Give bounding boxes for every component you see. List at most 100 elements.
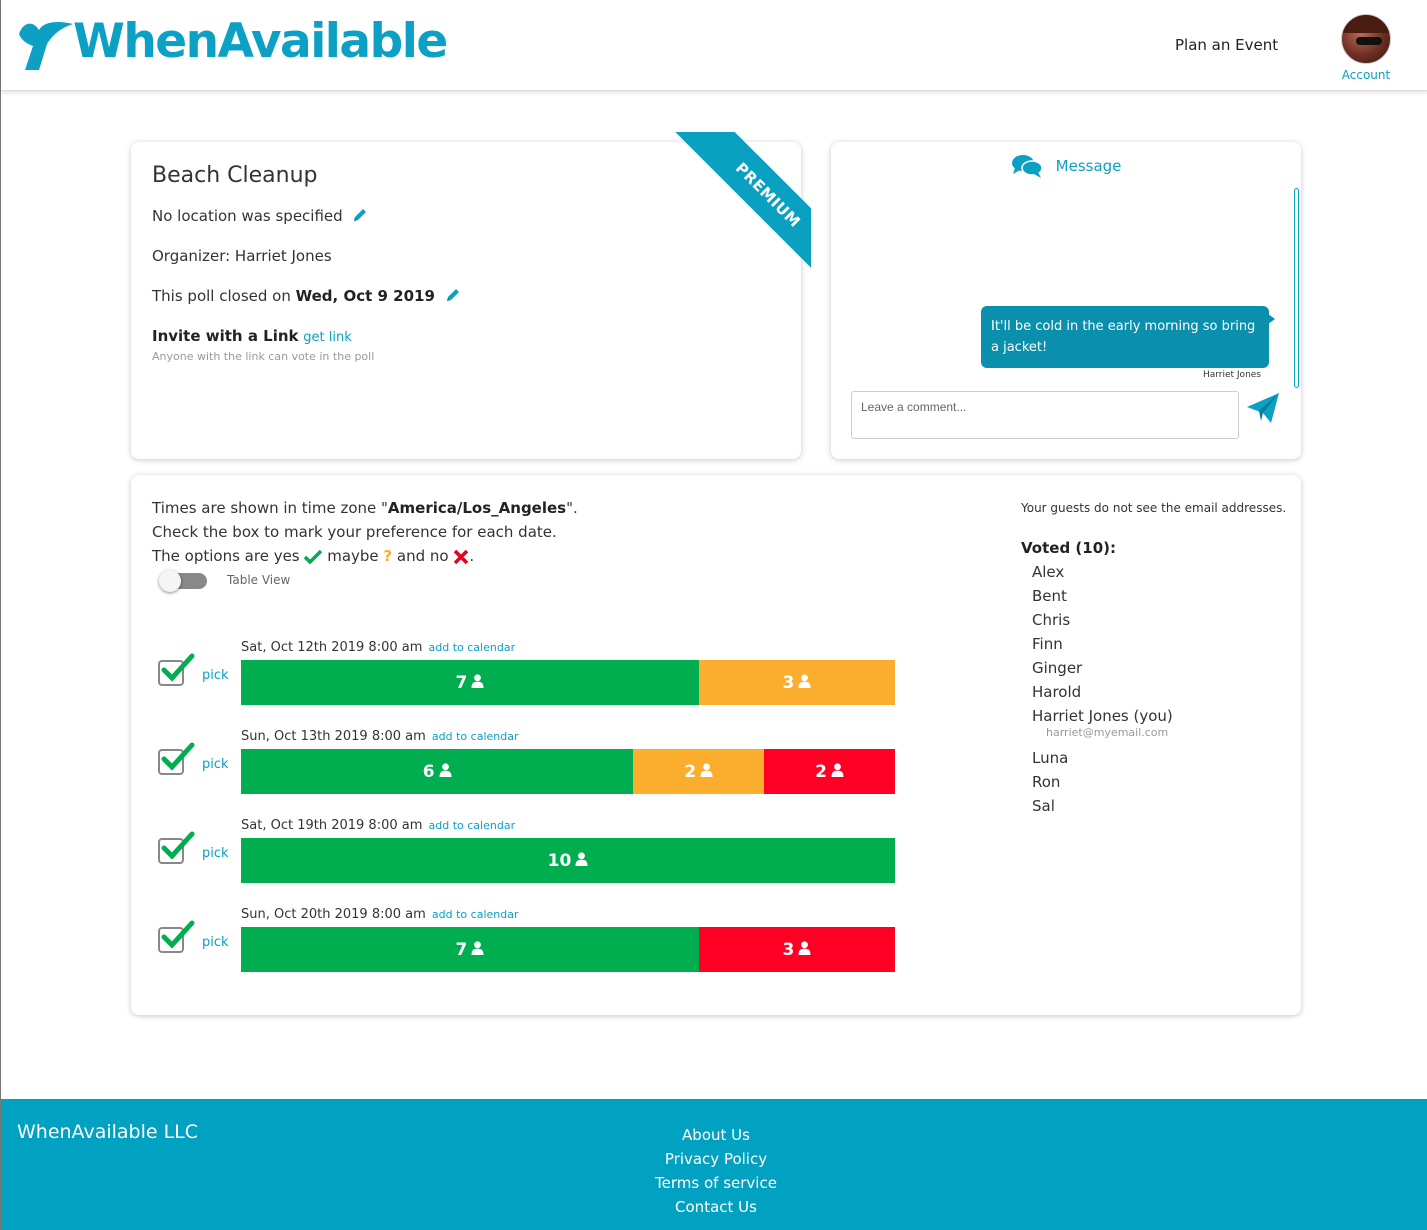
message-scrollbar[interactable] bbox=[1294, 188, 1299, 388]
date-text: Sun, Oct 13th 2019 8:00 am bbox=[241, 729, 430, 744]
guest-name: Alex bbox=[1032, 563, 1065, 581]
checkmark-icon bbox=[161, 742, 195, 771]
date-text: Sat, Oct 19th 2019 8:00 am bbox=[241, 818, 427, 833]
message-header: Message bbox=[831, 153, 1301, 179]
options-end: . bbox=[469, 547, 475, 565]
vote-segment-yes[interactable]: 7 bbox=[241, 927, 699, 972]
vote-count: 7 bbox=[455, 939, 468, 960]
invite-line: Invite with a Link get link bbox=[152, 327, 352, 345]
tz-name: America/Los_Angeles bbox=[387, 499, 567, 517]
add-to-calendar-link[interactable]: add to calendar bbox=[432, 730, 519, 743]
bird-logo-icon bbox=[19, 22, 73, 70]
vote-count: 2 bbox=[684, 761, 697, 782]
edit-date-pencil-icon[interactable] bbox=[446, 288, 460, 306]
invite-label: Invite with a Link bbox=[152, 327, 299, 345]
footer-links: About Us Privacy Policy Terms of service… bbox=[616, 1123, 816, 1219]
vote-segment-maybe[interactable]: 2 bbox=[633, 749, 765, 794]
footer-link-terms[interactable]: Terms of service bbox=[616, 1171, 816, 1195]
edit-location-pencil-icon[interactable] bbox=[353, 208, 367, 226]
vote-count: 6 bbox=[422, 761, 435, 782]
vote-segment-yes[interactable]: 6 bbox=[241, 749, 634, 794]
pick-link[interactable]: pick bbox=[202, 757, 229, 772]
message-author: Harriet Jones bbox=[1202, 370, 1261, 380]
date-row: pick Sat, Oct 12th 2019 8:00 am add to ca… bbox=[131, 640, 911, 706]
date-label: Sat, Oct 12th 2019 8:00 am add to calend… bbox=[241, 640, 515, 655]
footer-link-about[interactable]: About Us bbox=[616, 1123, 816, 1147]
plan-event-link[interactable]: Plan an Event bbox=[1175, 36, 1278, 54]
account-label[interactable]: Account bbox=[1339, 68, 1393, 82]
add-to-calendar-link[interactable]: add to calendar bbox=[429, 641, 516, 654]
person-icon bbox=[471, 940, 484, 960]
date-text: Sun, Oct 20th 2019 8:00 am bbox=[241, 907, 430, 922]
location-line: No location was specified bbox=[152, 207, 367, 226]
date-checkbox[interactable] bbox=[158, 920, 195, 953]
event-title: Beach Cleanup bbox=[152, 163, 318, 188]
instructions-line: Check the box to mark your preference fo… bbox=[152, 523, 557, 541]
brand-logo[interactable]: WhenAvailable bbox=[17, 12, 448, 72]
guest-name: Sal bbox=[1032, 797, 1055, 815]
options-maybe: maybe bbox=[327, 547, 379, 565]
vote-segment-yes[interactable]: 10 bbox=[241, 838, 895, 883]
person-icon bbox=[439, 762, 452, 782]
pick-link[interactable]: pick bbox=[202, 935, 229, 950]
brand-name: WhenAvailable bbox=[73, 14, 448, 69]
send-paper-plane-icon[interactable] bbox=[1245, 391, 1281, 429]
guest-name: Ron bbox=[1032, 773, 1061, 791]
date-label: Sun, Oct 20th 2019 8:00 am add to calend… bbox=[241, 907, 519, 922]
date-checkbox[interactable] bbox=[158, 653, 195, 686]
vote-count: 10 bbox=[547, 850, 572, 871]
date-row: pick Sat, Oct 19th 2019 8:00 am add to ca… bbox=[131, 818, 911, 884]
vote-segment-yes[interactable]: 7 bbox=[241, 660, 699, 705]
options-prefix: The options are yes bbox=[152, 547, 300, 565]
organizer-line: Organizer: Harriet Jones bbox=[152, 247, 332, 265]
premium-ribbon: PREMIUM bbox=[661, 132, 811, 282]
footer-company: WhenAvailable LLC bbox=[17, 1121, 199, 1143]
pick-link[interactable]: pick bbox=[202, 846, 229, 861]
person-icon bbox=[471, 673, 484, 693]
guest-email: harriet@myemail.com bbox=[1046, 726, 1169, 739]
timezone-line: Times are shown in time zone "America/Lo… bbox=[152, 499, 578, 517]
top-header: WhenAvailable Plan an Event Account bbox=[1, 0, 1427, 91]
date-row: pick Sun, Oct 20th 2019 8:00 am add to ca… bbox=[131, 907, 911, 973]
footer-link-privacy[interactable]: Privacy Policy bbox=[616, 1147, 816, 1171]
tz-prefix: Times are shown in time zone " bbox=[152, 499, 388, 517]
comment-input[interactable]: Leave a comment... bbox=[851, 391, 1239, 439]
guest-name: Finn bbox=[1032, 635, 1063, 653]
footer: WhenAvailable LLC About Us Privacy Polic… bbox=[1, 1099, 1427, 1230]
message-title: Message bbox=[1055, 157, 1122, 175]
premium-badge: PREMIUM bbox=[671, 132, 811, 282]
vote-segment-no[interactable]: 3 bbox=[698, 927, 895, 972]
no-x-icon bbox=[454, 549, 469, 564]
location-text: No location was specified bbox=[152, 207, 343, 225]
get-link-button[interactable]: get link bbox=[303, 330, 351, 345]
voted-title: Voted (10): bbox=[1021, 539, 1116, 557]
date-checkbox[interactable] bbox=[158, 742, 195, 775]
vote-segment-maybe[interactable]: 3 bbox=[698, 660, 895, 705]
add-to-calendar-link[interactable]: add to calendar bbox=[432, 908, 519, 921]
vote-segment-no[interactable]: 2 bbox=[764, 749, 895, 794]
checkmark-icon bbox=[161, 653, 195, 682]
avatar[interactable] bbox=[1341, 14, 1391, 64]
guests-note: Your guests do not see the email address… bbox=[1021, 501, 1287, 515]
vote-bar: 73 bbox=[241, 927, 895, 972]
maybe-question-icon: ? bbox=[383, 547, 393, 565]
poll-card: Times are shown in time zone "America/Lo… bbox=[131, 475, 1301, 1015]
message-card: Message It'll be cold in the early morni… bbox=[831, 142, 1301, 459]
vote-count: 2 bbox=[815, 761, 827, 782]
avatar-hair bbox=[1342, 15, 1390, 33]
message-bubble: It'll be cold in the early morning so br… bbox=[981, 306, 1275, 368]
options-line: The options are yes maybe ? and no . bbox=[152, 547, 474, 565]
pick-link[interactable]: pick bbox=[202, 668, 229, 683]
options-no: and no bbox=[396, 547, 449, 565]
table-view-toggle[interactable] bbox=[159, 570, 207, 592]
add-to-calendar-link[interactable]: add to calendar bbox=[429, 819, 516, 832]
footer-link-contact[interactable]: Contact Us bbox=[616, 1195, 816, 1219]
date-label: Sun, Oct 13th 2019 8:00 am add to calend… bbox=[241, 729, 519, 744]
person-icon bbox=[798, 673, 811, 693]
closed-line: This poll closed on Wed, Oct 9 2019 bbox=[152, 287, 460, 306]
date-label: Sat, Oct 19th 2019 8:00 am add to calend… bbox=[241, 818, 515, 833]
account-menu[interactable]: Account bbox=[1339, 14, 1393, 82]
checkmark-icon bbox=[161, 920, 195, 949]
date-checkbox[interactable] bbox=[158, 831, 195, 864]
yes-check-icon bbox=[304, 549, 323, 564]
